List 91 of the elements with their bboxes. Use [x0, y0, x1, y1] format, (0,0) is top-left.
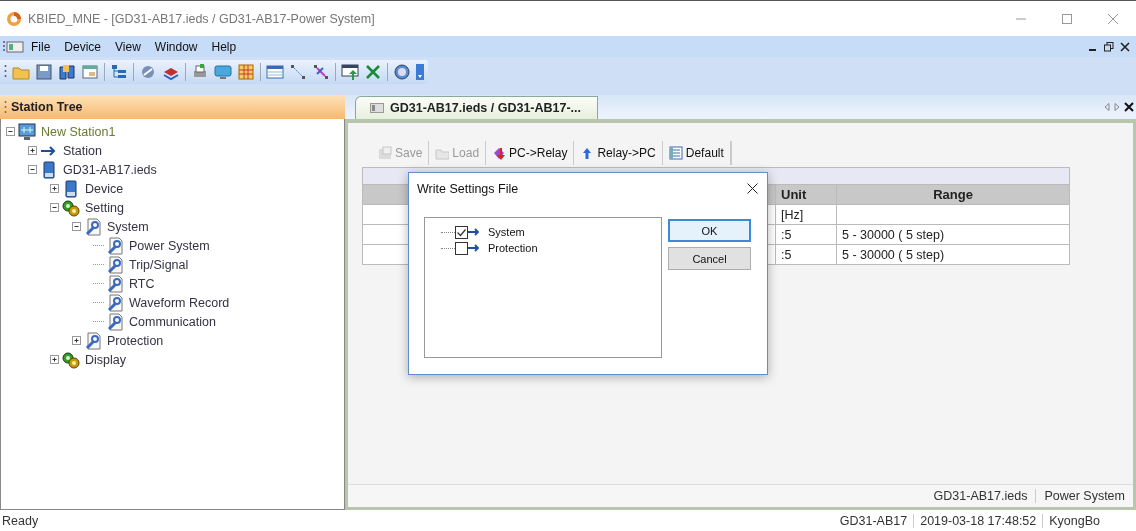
wrench-document-icon: [106, 312, 124, 331]
menu-item[interactable]: Device: [57, 39, 109, 54]
tree-item[interactable]: Station: [62, 143, 103, 158]
expander-icon[interactable]: [49, 202, 60, 213]
close-icon[interactable]: [1124, 102, 1134, 112]
gears-icon: [62, 198, 80, 217]
restore-icon[interactable]: [1104, 41, 1114, 52]
wrench-document-icon: [84, 217, 102, 236]
menu-item[interactable]: Help: [204, 39, 244, 54]
device-icon: [40, 160, 58, 179]
status-field: GD31-AB17.ieds: [925, 489, 1036, 503]
checkbox-label[interactable]: System: [488, 226, 525, 238]
scroll-right-icon[interactable]: [1114, 103, 1120, 111]
tree-item[interactable]: Communication: [128, 314, 217, 329]
menu-item[interactable]: View: [108, 39, 148, 54]
save-icon: [378, 146, 392, 160]
tree-item[interactable]: Waveform Record: [128, 295, 231, 310]
folder-icon: [435, 146, 450, 160]
status-message: Ready: [2, 513, 39, 528]
expander-icon[interactable]: [49, 354, 60, 365]
status-field: Power System: [1035, 489, 1133, 503]
checkbox[interactable]: [455, 225, 468, 239]
toolbar-button[interactable]: Default: [662, 141, 731, 165]
expander-icon[interactable]: [71, 221, 82, 232]
table-cell: 5 - 30000 ( 5 step): [836, 244, 1070, 265]
tree-icon[interactable]: [110, 63, 128, 81]
delete-icon[interactable]: [364, 63, 382, 81]
tree-item[interactable]: New Station1: [40, 124, 117, 139]
window-title: KBIED_MNE - [GD31-AB17.ieds / GD31-AB17-Power System]: [28, 11, 375, 26]
app-logo-icon: [6, 10, 22, 27]
expander-icon[interactable]: [49, 183, 60, 194]
toolbar-button[interactable]: Relay->PC: [574, 141, 663, 165]
checkbox[interactable]: [455, 241, 468, 255]
grid-icon[interactable]: [237, 63, 255, 81]
scroll-left-icon[interactable]: [1104, 103, 1110, 111]
monitor-icon[interactable]: [214, 63, 232, 81]
dialog-button[interactable]: Cancel: [668, 247, 751, 270]
tree-item[interactable]: GD31-AB17.ieds: [62, 162, 158, 177]
grip-icon: [2, 39, 6, 54]
dialog-title: Write Settings File: [417, 181, 519, 196]
menu-item[interactable]: Window: [147, 39, 205, 54]
wrench-document-icon: [106, 255, 124, 274]
table-cell: :5: [775, 244, 837, 265]
tree-item[interactable]: Power System: [128, 238, 211, 253]
tree-item[interactable]: Trip/Signal: [128, 257, 190, 272]
station-icon: [18, 122, 36, 141]
gears-icon: [62, 350, 80, 369]
arrow-icon: [468, 243, 480, 253]
nodes-icon[interactable]: [312, 63, 330, 81]
status-field: KyongBo: [1042, 513, 1106, 528]
table-cell: [Hz]: [775, 204, 837, 225]
wrench-document-icon: [84, 331, 102, 350]
table-cell: :5: [775, 224, 837, 245]
toolbar-button[interactable]: PC->Relay: [486, 141, 575, 165]
tree-item[interactable]: Display: [84, 352, 127, 367]
document-icon: [6, 40, 24, 53]
tree-item[interactable]: System: [106, 219, 150, 234]
grip-icon: [4, 100, 7, 114]
expander-icon[interactable]: [27, 164, 38, 175]
wrench-document-icon: [106, 293, 124, 312]
tree-item[interactable]: RTC: [128, 276, 156, 291]
tree-item[interactable]: Setting: [84, 200, 125, 215]
document-icon: [370, 103, 384, 113]
document-tab[interactable]: GD31-AB17.ieds / GD31-AB17-...: [355, 96, 599, 119]
tree-item[interactable]: Protection: [106, 333, 165, 348]
table-cell: 5 - 30000 ( 5 step): [836, 224, 1070, 245]
arrow-icon: [468, 227, 480, 237]
table-icon[interactable]: [266, 63, 284, 81]
gem-arrow-icon: [492, 146, 507, 160]
status-field: 2019-03-18 17:48:52: [913, 513, 1043, 528]
dialog-button[interactable]: OK: [668, 219, 751, 242]
expander-icon[interactable]: [5, 126, 16, 137]
device-icon: [62, 179, 80, 198]
checkbox-label[interactable]: Protection: [488, 242, 538, 254]
window-icon[interactable]: [81, 63, 99, 81]
list-icon: [668, 146, 683, 160]
menu-item[interactable]: File: [24, 39, 58, 54]
panel-title: Station Tree: [11, 100, 83, 114]
expander-icon[interactable]: [27, 145, 38, 156]
close-icon[interactable]: [746, 183, 758, 194]
tree-item[interactable]: Device: [84, 181, 125, 196]
grip-icon: [4, 64, 7, 80]
status-field: GD31-AB17: [833, 513, 914, 528]
nodes-icon[interactable]: [289, 63, 307, 81]
upload-icon[interactable]: [341, 63, 359, 81]
expander-icon[interactable]: [71, 335, 82, 346]
maximize-icon: [1061, 12, 1073, 25]
wrench-document-icon: [106, 236, 124, 255]
wrench-document-icon: [106, 274, 124, 293]
close-icon: [1107, 12, 1119, 25]
close-icon[interactable]: [1120, 41, 1130, 52]
